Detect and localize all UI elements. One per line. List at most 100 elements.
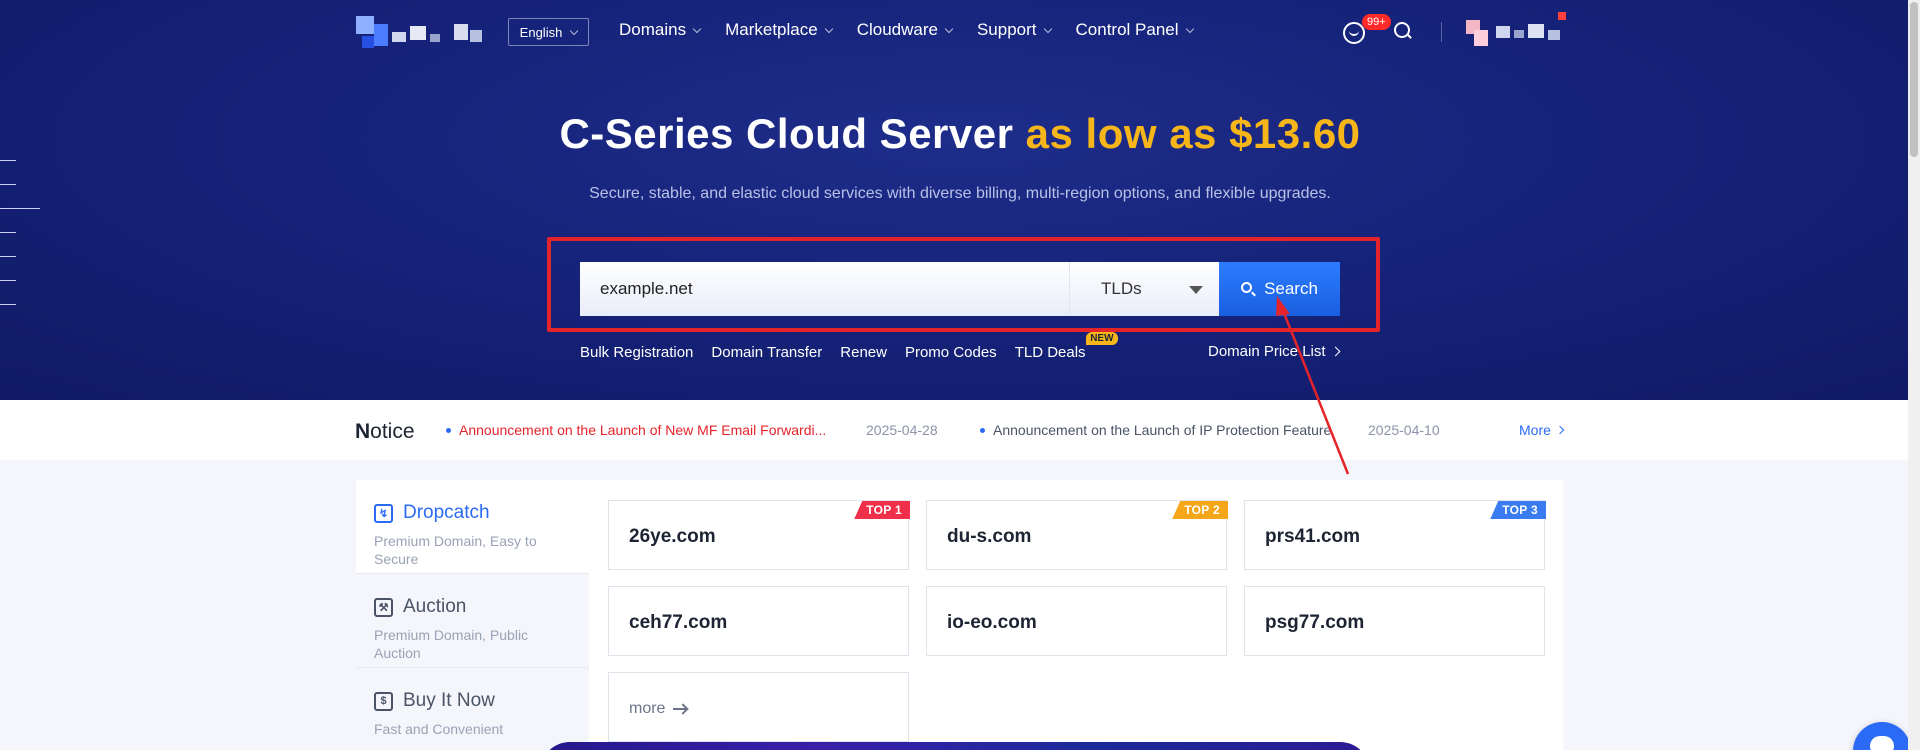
nav-divider — [1441, 22, 1442, 42]
nav-item-label: Control Panel — [1075, 20, 1179, 39]
chevron-right-icon — [1555, 425, 1565, 435]
nav-item-label: Support — [976, 20, 1037, 39]
chat-icon[interactable] — [1853, 722, 1911, 750]
domain-name: psg77.com — [1265, 612, 1365, 633]
notice-item[interactable]: Announcement on the Launch of IP Protect… — [980, 422, 1331, 438]
search-button[interactable]: Search — [1219, 262, 1340, 316]
tld-dropdown-label: TLDs — [1101, 279, 1142, 298]
side-item-title: Dropcatch — [403, 502, 490, 523]
link-domain-transfer[interactable]: Domain Transfer — [711, 344, 822, 361]
domain-name: ceh77.com — [629, 612, 728, 633]
price-list-label: Domain Price List — [1208, 343, 1326, 360]
new-badge: NEW — [1086, 332, 1118, 345]
nav-item-label: Marketplace — [725, 20, 818, 39]
gavel-icon: ⚒ — [374, 597, 393, 617]
domain-card[interactable]: prs41.com TOP 3 — [1244, 500, 1546, 570]
rank-badge: TOP 2 — [1172, 501, 1228, 519]
nav-item-support[interactable]: Support — [976, 20, 1052, 40]
notice-item[interactable]: Announcement on the Launch of New MF Ema… — [446, 422, 826, 438]
dollar-icon: $ — [374, 691, 393, 711]
market-side-menu: ↯ Dropcatch Premium Domain, Easy to Secur… — [356, 480, 589, 750]
brand-logo[interactable] — [354, 14, 489, 54]
domain-name: 26ye.com — [629, 526, 716, 547]
search-icon[interactable] — [1394, 22, 1412, 40]
search-button-label: Search — [1264, 279, 1318, 298]
nav-item-cloudware[interactable]: Cloudware — [856, 20, 954, 40]
link-promo-codes[interactable]: Promo Codes — [905, 344, 997, 361]
chevron-down-icon — [692, 24, 702, 33]
link-bulk-registration[interactable]: Bulk Registration — [580, 344, 693, 361]
language-selector[interactable]: English — [508, 18, 589, 46]
notice-bar: Notice Announcement on the Launch of New… — [0, 400, 1920, 460]
domain-card[interactable]: 26ye.com TOP 1 — [608, 500, 910, 570]
domain-search-input[interactable] — [580, 262, 1069, 316]
hero-title: C-Series Cloud Server as low as $13.60 — [0, 110, 1920, 158]
domain-search-bar: TLDs Search — [580, 262, 1340, 316]
domain-card[interactable]: io-eo.com — [926, 586, 1227, 656]
lightning-icon: ↯ — [374, 503, 393, 523]
language-label: English — [519, 24, 563, 40]
nav-item-label: Cloudware — [856, 20, 938, 39]
bullet-icon — [446, 427, 451, 433]
more-domains-card[interactable]: more — [608, 672, 909, 742]
notice-more-label: More — [1519, 422, 1551, 438]
notice-more-link[interactable]: More — [1519, 422, 1565, 438]
scrollbar-thumb[interactable] — [1910, 2, 1918, 157]
side-item-title: Buy It Now — [403, 690, 495, 711]
domain-name: io-eo.com — [947, 612, 1037, 633]
quick-links: Bulk Registration Domain Transfer Renew … — [580, 332, 1118, 361]
notice-title-initial: N — [355, 420, 371, 443]
nav-item-control-panel[interactable]: Control Panel — [1075, 20, 1194, 40]
notice-item-text: Announcement on the Launch of New MF Ema… — [459, 422, 827, 438]
side-item-auction[interactable]: ⚒ Auction Premium Domain, Public Auction — [356, 574, 589, 668]
caret-down-icon — [1189, 286, 1203, 294]
notification-badge: 99+ — [1362, 14, 1391, 30]
rank-badge: TOP 3 — [1490, 501, 1546, 519]
main-menu: Domains Marketplace Cloudware Support Co… — [619, 20, 1194, 40]
chevron-right-icon — [1330, 346, 1340, 357]
more-label: more — [629, 700, 666, 717]
domain-name: prs41.com — [1265, 526, 1361, 547]
side-item-desc: Premium Domain, Easy to Secure — [374, 533, 537, 567]
notice-date: 2025-04-28 — [866, 422, 938, 438]
hero-subtitle: Secure, stable, and elastic cloud servic… — [589, 185, 1331, 202]
side-item-title: Auction — [403, 596, 467, 617]
search-icon — [1241, 281, 1256, 297]
rank-badge: TOP 1 — [854, 501, 910, 519]
nav-item-domains[interactable]: Domains — [619, 20, 702, 40]
link-tld-deals[interactable]: TLD Deals NEW — [1014, 332, 1118, 361]
link-tld-deals-label: TLD Deals — [1014, 344, 1086, 361]
hero-title-highlight: as low as $13.60 — [1025, 110, 1361, 157]
nav-item-marketplace[interactable]: Marketplace — [725, 20, 833, 40]
notice-title-rest: otice — [370, 420, 415, 443]
message-icon[interactable] — [1343, 22, 1365, 44]
arrow-right-icon — [673, 708, 688, 710]
notice-item-text: Announcement on the Launch of IP Protect… — [993, 422, 1332, 438]
bullet-icon — [980, 427, 985, 433]
scrollbar[interactable] — [1908, 0, 1920, 750]
domain-card[interactable]: psg77.com — [1244, 586, 1545, 656]
domain-name: du-s.com — [947, 526, 1032, 547]
top-nav: English Domains Marketplace Cloudware Su… — [0, 0, 1920, 64]
promo-banner-strip[interactable] — [540, 742, 1370, 750]
nav-item-label: Domains — [619, 20, 687, 39]
chevron-down-icon — [944, 24, 954, 33]
side-item-desc: Fast and Convenient — [374, 721, 504, 737]
chevron-down-icon — [1043, 24, 1052, 33]
chevron-down-icon — [570, 26, 579, 35]
domain-card[interactable]: ceh77.com — [608, 586, 909, 656]
chevron-down-icon — [1185, 24, 1194, 33]
link-renew[interactable]: Renew — [840, 344, 887, 361]
notice-title: Notice — [355, 420, 415, 444]
marketplace-panel: ↯ Dropcatch Premium Domain, Easy to Secur… — [356, 480, 1563, 750]
notice-date: 2025-04-10 — [1368, 422, 1440, 438]
user-avatar[interactable] — [1466, 12, 1570, 48]
side-item-desc: Premium Domain, Public Auction — [374, 627, 529, 661]
domain-card[interactable]: du-s.com TOP 2 — [926, 500, 1228, 570]
tld-dropdown[interactable]: TLDs — [1069, 262, 1219, 316]
chevron-down-icon — [824, 24, 833, 33]
hero-title-main: C-Series Cloud Server — [559, 110, 1014, 157]
side-item-buy-it-now[interactable]: $ Buy It Now Fast and Convenient — [356, 668, 589, 750]
side-item-dropcatch[interactable]: ↯ Dropcatch Premium Domain, Easy to Secur… — [356, 480, 589, 574]
domain-price-list-link[interactable]: Domain Price List — [1208, 343, 1340, 360]
